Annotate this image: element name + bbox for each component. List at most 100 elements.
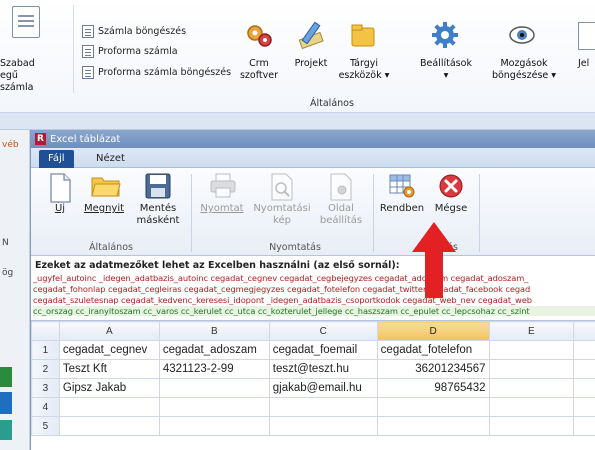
cell[interactable] xyxy=(58,416,160,436)
cell[interactable] xyxy=(488,416,575,436)
cell[interactable]: 36201234567 xyxy=(376,359,490,379)
jel-button[interactable]: Jel xyxy=(578,58,595,70)
cell[interactable] xyxy=(268,397,378,417)
cell[interactable] xyxy=(376,397,490,417)
new-label: Új xyxy=(54,203,66,214)
save-icon xyxy=(145,173,171,199)
left-fragment: ög xyxy=(2,268,14,278)
document-icon xyxy=(82,24,94,38)
cell[interactable]: teszt@teszt.hu xyxy=(268,359,378,379)
invoice-browse-item[interactable]: Számla böngészés xyxy=(82,22,186,40)
group-label-general: Általános xyxy=(89,242,133,253)
tab-file[interactable]: Fájl xyxy=(39,150,74,168)
cell[interactable] xyxy=(573,340,595,360)
table-row: 2 Teszt Kft 4321123-2-99 teszt@teszt.hu … xyxy=(31,359,595,379)
table-row: 4 xyxy=(31,397,595,417)
pencil-ruler-icon xyxy=(296,20,326,50)
open-label: Megnyit xyxy=(83,203,125,214)
free-invoice-button[interactable]: Szabad egű számla xyxy=(0,58,40,94)
cell[interactable]: cegadat_cegnev xyxy=(58,340,160,360)
background-ribbon: Szabad egű számla Számla böngészés Profo… xyxy=(0,0,595,113)
column-header-d[interactable]: D xyxy=(376,321,490,341)
cell[interactable] xyxy=(158,416,270,436)
cell[interactable] xyxy=(573,378,595,398)
save-as-button[interactable]: Mentés másként xyxy=(133,173,183,227)
free-invoice-label: Szabad xyxy=(0,58,35,69)
open-button[interactable]: Megnyit xyxy=(81,173,127,215)
settings-button[interactable]: Beállítások ▾ xyxy=(418,58,474,82)
eye-icon xyxy=(507,22,537,48)
cell[interactable]: Teszt Kft xyxy=(58,359,160,379)
cell[interactable] xyxy=(573,359,595,379)
invoice-icon xyxy=(12,6,40,38)
document-icon xyxy=(82,44,94,58)
spreadsheet-grid[interactable]: A B C D E 1 cegadat_cegnev cegadat_adosz… xyxy=(31,321,595,450)
row-number[interactable]: 5 xyxy=(31,416,60,436)
cell[interactable]: cegadat_fotelefon xyxy=(376,340,490,360)
cell[interactable]: Gipsz Jakab xyxy=(58,378,160,398)
cell[interactable] xyxy=(488,359,575,379)
cell[interactable] xyxy=(488,397,575,417)
page-setup-icon xyxy=(328,173,354,201)
invoice-browse-label: Számla böngészés xyxy=(98,25,187,37)
cell[interactable] xyxy=(268,416,378,436)
crm-label: Crm szoftver xyxy=(239,58,279,81)
tab-view[interactable]: Nézet xyxy=(87,150,134,168)
printer-icon xyxy=(209,173,236,199)
left-fragment: véb xyxy=(2,140,19,150)
page-setup-button[interactable]: Oldal beállítás xyxy=(315,173,367,227)
cell[interactable] xyxy=(58,397,160,417)
cell[interactable]: 4321123-2-99 xyxy=(158,359,270,379)
column-header-c[interactable]: C xyxy=(268,321,378,341)
cell[interactable] xyxy=(573,397,595,417)
cell[interactable] xyxy=(488,378,575,398)
folder-icon xyxy=(349,22,377,50)
field-instructions-panel: Ezeket az adatmezőket lehet az Excelben … xyxy=(31,256,595,321)
new-document-icon xyxy=(47,173,73,203)
column-header-b[interactable]: B xyxy=(158,321,270,341)
row-number[interactable]: 4 xyxy=(31,397,60,417)
ribbon: Új Megnyit Mentés másként Általános Nyom… xyxy=(31,168,595,256)
row-number[interactable]: 1 xyxy=(31,340,60,360)
column-header-a[interactable]: A xyxy=(58,321,160,341)
cell[interactable] xyxy=(158,397,270,417)
row-number[interactable]: 3 xyxy=(31,378,60,398)
new-button[interactable]: Új xyxy=(45,173,75,215)
ok-button[interactable]: Rendben xyxy=(377,173,427,215)
cell[interactable]: gjakab@email.hu xyxy=(268,378,378,398)
save-as-label: Mentés másként xyxy=(136,203,180,226)
cell[interactable]: cegadat_adoszam xyxy=(158,340,270,360)
table-row: 3 Gipsz Jakab gjakab@email.hu 98765432 xyxy=(31,378,595,398)
red-arrow-icon xyxy=(412,222,456,298)
cell[interactable] xyxy=(488,340,575,360)
field-list-line-address: cc_orszag cc_iranyitoszam cc_varos cc_ke… xyxy=(33,306,595,316)
cancel-button[interactable]: Mégse xyxy=(431,173,471,215)
row-number[interactable]: 2 xyxy=(31,359,60,379)
movements-label: Mozgások böngészése ▾ xyxy=(491,58,557,81)
window-titlebar[interactable]: R Excel táblázat xyxy=(31,130,595,148)
select-all-corner[interactable] xyxy=(31,321,60,341)
cell[interactable]: cegadat_foemail xyxy=(268,340,378,360)
proforma-invoice-item[interactable]: Proforma számla xyxy=(82,42,178,60)
spreadsheet-table[interactable]: A B C D E 1 cegadat_cegnev cegadat_adosz… xyxy=(31,321,595,436)
assets-button[interactable]: Tárgyi eszközök ▾ xyxy=(336,58,392,82)
column-header-e[interactable]: E xyxy=(488,321,575,341)
project-label: Projekt xyxy=(294,58,328,69)
crm-button[interactable]: Crm szoftver xyxy=(236,58,282,82)
settings-label: Beállítások ▾ xyxy=(420,58,472,81)
project-button[interactable]: Projekt xyxy=(286,58,336,70)
print-preview-button[interactable]: Nyomtatási kép xyxy=(251,173,313,227)
cell[interactable] xyxy=(376,416,490,436)
movements-button[interactable]: Mozgások böngészése ▾ xyxy=(490,58,558,82)
proforma-invoice-label: Proforma számla xyxy=(98,45,178,57)
ok-table-icon xyxy=(389,173,415,199)
proforma-browse-item[interactable]: Proforma számla böngészés xyxy=(82,63,231,81)
cell[interactable] xyxy=(158,378,270,398)
cell[interactable]: 98765432 xyxy=(376,378,490,398)
proforma-browse-label: Proforma számla böngészés xyxy=(98,66,232,78)
ok-label: Rendben xyxy=(379,203,425,214)
cell[interactable] xyxy=(573,416,595,436)
ribbon-tabs: Fájl Nézet xyxy=(31,148,595,168)
print-button[interactable]: Nyomtat xyxy=(199,173,245,215)
column-header-f[interactable] xyxy=(573,321,595,341)
